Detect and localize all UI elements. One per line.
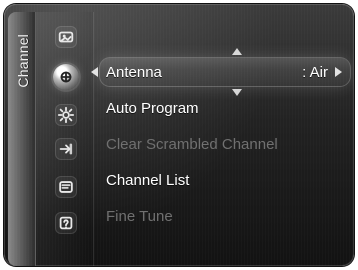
- menu-item-label: Antenna: [106, 63, 162, 81]
- menu-item-fine-tune: Fine Tune: [100, 202, 350, 230]
- picture-icon[interactable]: [55, 26, 77, 48]
- menu-item-label: Clear Scrambled Channel: [106, 135, 278, 153]
- input-icon[interactable]: [55, 138, 77, 160]
- menu-item-value: : Air: [302, 63, 328, 81]
- menu-item-antenna[interactable]: Antenna : Air: [91, 48, 350, 96]
- menu-item-clear-scrambled-channel: Clear Scrambled Channel: [100, 130, 350, 158]
- channel-menu: Antenna : Air Auto Program Clear Scrambl…: [91, 48, 350, 238]
- menu-item-label: Fine Tune: [106, 207, 173, 225]
- menu-item-label: Channel List: [106, 171, 190, 189]
- support-icon[interactable]: [55, 212, 77, 234]
- icon-rail: [36, 12, 94, 266]
- up-arrow-icon: [232, 48, 242, 55]
- menu-item-channel-list[interactable]: Channel List: [100, 166, 350, 194]
- channel-icon[interactable]: [53, 64, 79, 90]
- right-arrow-icon: [335, 67, 342, 77]
- menu-item-auto-program[interactable]: Auto Program: [100, 94, 350, 122]
- side-tab-label: Channel: [15, 34, 31, 88]
- settings-icon[interactable]: [55, 104, 77, 126]
- left-arrow-icon: [91, 67, 98, 77]
- side-tab: Channel: [8, 12, 36, 266]
- tv-menu-screen: Channel Antenna: Air Auto Program Clear…: [0, 0, 358, 270]
- tv-menu-panel: Channel Antenna: Air Auto Program Clear…: [4, 4, 354, 266]
- application-icon[interactable]: [55, 176, 77, 198]
- menu-item-label: Auto Program: [106, 99, 199, 117]
